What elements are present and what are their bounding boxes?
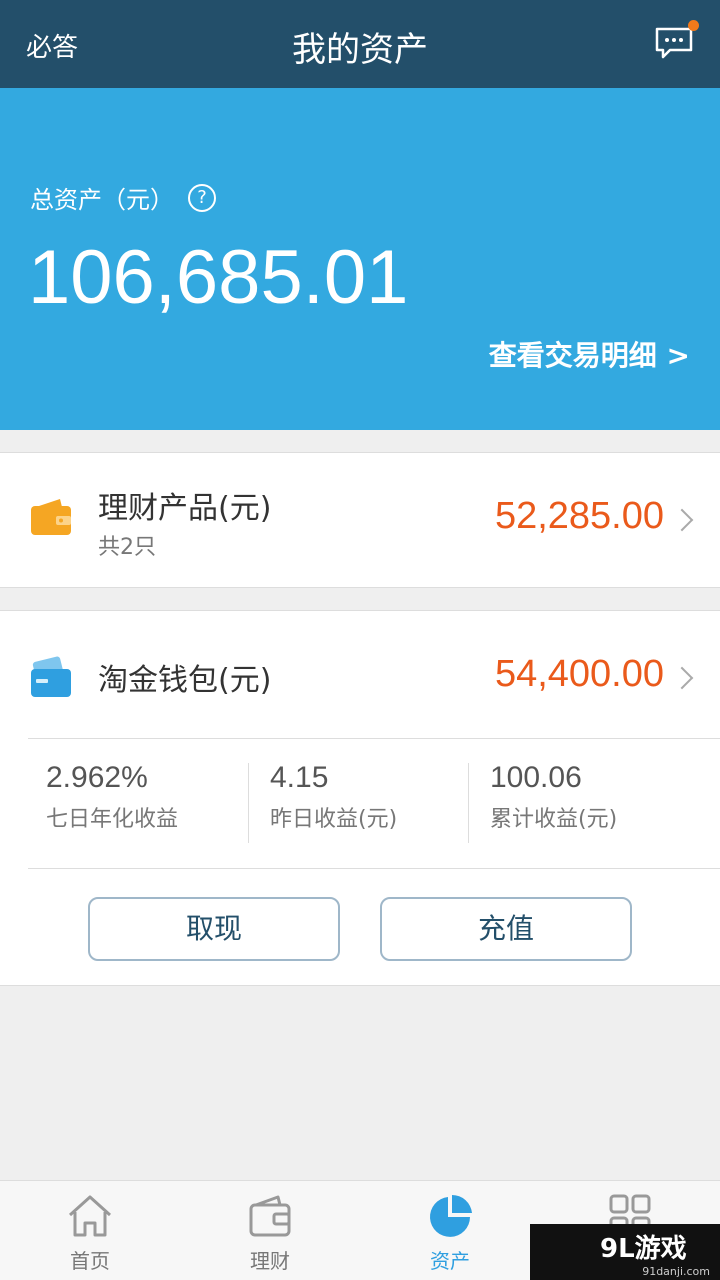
- tab-home[interactable]: 首页: [0, 1181, 180, 1280]
- divider: [28, 738, 720, 739]
- tab-label: 资产: [430, 1249, 470, 1273]
- pie-chart-icon: [430, 1194, 472, 1237]
- stat-label: 累计收益(元): [490, 807, 618, 832]
- products-count: 共2只: [98, 535, 156, 560]
- wallet-amount[interactable]: 54,400.00: [495, 653, 664, 696]
- home-icon: [68, 1195, 112, 1237]
- chevron-right-icon[interactable]: [670, 666, 694, 690]
- stat-seven-day-yield: 2.962% 七日年化收益: [46, 761, 178, 833]
- watermark-text: 9L游戏: [600, 1234, 687, 1264]
- wallet-title[interactable]: 淘金钱包(元): [98, 655, 271, 699]
- financial-products-row[interactable]: 理财产品(元) 共2只 52,285.00: [0, 452, 720, 588]
- stat-yesterday-earnings: 4.15 昨日收益(元): [270, 761, 397, 833]
- withdraw-button[interactable]: 取现: [88, 897, 340, 961]
- total-assets-label-text: 总资产（元）: [30, 186, 174, 214]
- message-icon[interactable]: [654, 20, 699, 60]
- products-title: 理财产品(元): [98, 491, 272, 526]
- total-assets-panel: 总资产（元） ? 106,685.01 查看交易明细 >: [0, 88, 720, 430]
- tab-assets[interactable]: 资产: [360, 1181, 540, 1280]
- wallet-icon: [249, 1195, 291, 1237]
- chevron-right-icon: [670, 508, 694, 532]
- stat-total-earnings: 100.06 累计收益(元): [490, 761, 617, 833]
- stat-value: 2.962%: [46, 761, 148, 794]
- page-title: 我的资产: [292, 30, 428, 70]
- top-nav-bar: 必答 我的资产: [0, 0, 720, 88]
- products-amount: 52,285.00: [494, 495, 664, 537]
- recharge-button[interactable]: 充值: [380, 897, 632, 961]
- stat-label: 昨日收益(元): [270, 807, 398, 832]
- stat-value: 100.06: [490, 761, 582, 794]
- total-assets-label: 总资产（元） ?: [30, 180, 216, 215]
- wallet-icon: [30, 497, 72, 541]
- transaction-details-link[interactable]: 查看交易明细 >: [489, 334, 690, 374]
- divider: [248, 763, 249, 843]
- tab-finance[interactable]: 理财: [180, 1181, 360, 1280]
- divider: [28, 868, 720, 869]
- watermark-logo: 9L游戏 91danji.com: [530, 1224, 720, 1280]
- card-wallet-icon: [30, 655, 72, 703]
- divider: [468, 763, 469, 843]
- gold-wallet-card: 淘金钱包(元) 54,400.00 2.962% 七日年化收益 4.15 昨日收…: [0, 610, 720, 986]
- watermark-url: 91danji.com: [642, 1265, 710, 1278]
- stat-value: 4.15: [270, 761, 329, 794]
- total-assets-amount: 106,685.01: [28, 235, 409, 320]
- notification-dot: [688, 20, 699, 31]
- tab-label: 首页: [70, 1249, 110, 1273]
- tab-label: 理财: [250, 1249, 290, 1273]
- stat-label: 七日年化收益: [46, 807, 179, 832]
- help-icon[interactable]: ?: [188, 183, 216, 212]
